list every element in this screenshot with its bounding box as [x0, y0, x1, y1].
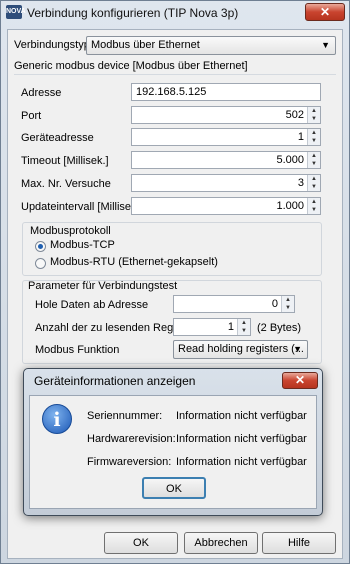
start-address-label: Hole Daten ab Adresse	[35, 299, 149, 311]
port-input[interactable]: 502 ▲ ▼	[131, 106, 321, 124]
update-interval-input[interactable]: 1.000 ▲ ▼	[131, 197, 321, 215]
firmware-value: Information nicht verfügbar	[176, 456, 307, 468]
spin-up-icon[interactable]: ▲	[238, 319, 250, 327]
spin-down-icon[interactable]: ▼	[238, 327, 250, 335]
device-heading: Generic modbus device [Modbus über Ether…	[14, 60, 248, 72]
serial-label: Seriennummer:	[87, 410, 163, 422]
info-icon: i	[42, 404, 72, 434]
window-title: Verbindung konfigurieren (TIP Nova 3p)	[27, 6, 239, 20]
spin-down-icon[interactable]: ▼	[282, 304, 294, 312]
modbus-rtu-radio[interactable]	[35, 258, 46, 269]
start-address-value: 0	[271, 298, 278, 310]
connection-type-value: Modbus über Ethernet	[91, 39, 200, 51]
timeout-input[interactable]: 5.000 ▲ ▼	[131, 151, 321, 169]
device-info-dialog: Geräteinformationen anzeigen ✕ i Serienn…	[23, 368, 323, 516]
retries-label: Max. Nr. Versuche	[21, 178, 111, 190]
timeout-value: 5.000	[276, 154, 304, 166]
update-interval-value: 1.000	[276, 200, 304, 212]
spin-down-icon[interactable]: ▼	[308, 137, 320, 145]
device-address-spinner[interactable]: ▲ ▼	[307, 129, 320, 145]
app-icon: NOVA	[6, 5, 26, 19]
device-address-input[interactable]: 1 ▲ ▼	[131, 128, 321, 146]
spin-up-icon[interactable]: ▲	[308, 198, 320, 206]
ok-button[interactable]: OK	[104, 532, 178, 554]
spin-down-icon[interactable]: ▼	[308, 160, 320, 168]
retries-value: 3	[297, 177, 304, 189]
help-button[interactable]: Hilfe	[262, 532, 336, 554]
start-address-input[interactable]: 0 ▲ ▼	[173, 295, 295, 313]
modbus-rtu-label[interactable]: Modbus-RTU (Ethernet-gekapselt)	[50, 256, 218, 268]
hardware-label: Hardwarerevision:	[87, 433, 176, 445]
device-address-label: Geräteadresse	[21, 132, 94, 144]
title-bar[interactable]: NOVA Verbindung konfigurieren (TIP Nova …	[1, 1, 349, 25]
register-count-value: 1	[227, 321, 234, 333]
connection-type-label: Verbindungstyp	[14, 39, 90, 51]
address-input[interactable]: 192.168.5.125	[131, 83, 321, 101]
protocol-group-label: Modbusprotokoll	[30, 225, 111, 237]
spin-down-icon[interactable]: ▼	[308, 206, 320, 214]
config-window: NOVA Verbindung konfigurieren (TIP Nova …	[0, 0, 350, 564]
register-count-input[interactable]: 1 ▲ ▼	[173, 318, 251, 336]
cancel-button[interactable]: Abbrechen	[184, 532, 258, 554]
spin-up-icon[interactable]: ▲	[308, 175, 320, 183]
window-close-button[interactable]: ✕	[305, 3, 345, 21]
firmware-label: Firmwareversion:	[87, 456, 172, 468]
divider	[14, 74, 336, 75]
test-group-label: Parameter für Verbindungstest	[28, 280, 178, 292]
update-interval-spinner[interactable]: ▲ ▼	[307, 198, 320, 214]
spin-up-icon[interactable]: ▲	[282, 296, 294, 304]
modbus-function-select[interactable]: Read holding registers (... ▼	[173, 340, 308, 359]
port-spinner[interactable]: ▲ ▼	[307, 107, 320, 123]
connection-type-select[interactable]: Modbus über Ethernet ▼	[86, 36, 336, 55]
dialog-body: i Seriennummer: Information nicht verfüg…	[29, 395, 317, 509]
dialog-close-button[interactable]: ✕	[282, 372, 318, 389]
retries-input[interactable]: 3 ▲ ▼	[131, 174, 321, 192]
timeout-spinner[interactable]: ▲ ▼	[307, 152, 320, 168]
modbus-tcp-label[interactable]: Modbus-TCP	[50, 239, 115, 251]
dialog-ok-button[interactable]: OK	[142, 477, 206, 499]
hardware-value: Information nicht verfügbar	[176, 433, 307, 445]
modbus-function-label: Modbus Funktion	[35, 344, 120, 356]
modbus-function-value: Read holding registers (...	[178, 343, 304, 355]
spin-down-icon[interactable]: ▼	[308, 115, 320, 123]
address-label: Adresse	[21, 87, 62, 99]
modbus-tcp-radio[interactable]	[35, 241, 46, 252]
spin-up-icon[interactable]: ▲	[308, 152, 320, 160]
chevron-down-icon: ▼	[293, 344, 302, 354]
device-address-value: 1	[297, 131, 304, 143]
timeout-label: Timeout [Millisek.]	[21, 155, 109, 167]
spin-up-icon[interactable]: ▲	[308, 129, 320, 137]
spin-up-icon[interactable]: ▲	[308, 107, 320, 115]
register-count-unit: (2 Bytes)	[257, 322, 302, 334]
update-interval-label: Updateintervall [Millisek.]	[21, 201, 143, 213]
start-address-spinner[interactable]: ▲ ▼	[281, 296, 294, 312]
dialog-title: Geräteinformationen anzeigen	[34, 374, 196, 388]
port-label: Port	[21, 110, 42, 122]
spin-down-icon[interactable]: ▼	[308, 183, 320, 191]
serial-value: Information nicht verfügbar	[176, 410, 307, 422]
port-value: 502	[285, 109, 304, 121]
chevron-down-icon: ▼	[321, 40, 330, 50]
register-count-spinner[interactable]: ▲ ▼	[237, 319, 250, 335]
retries-spinner[interactable]: ▲ ▼	[307, 175, 320, 191]
register-count-label: Anzahl der zu lesenden Register	[35, 322, 194, 334]
